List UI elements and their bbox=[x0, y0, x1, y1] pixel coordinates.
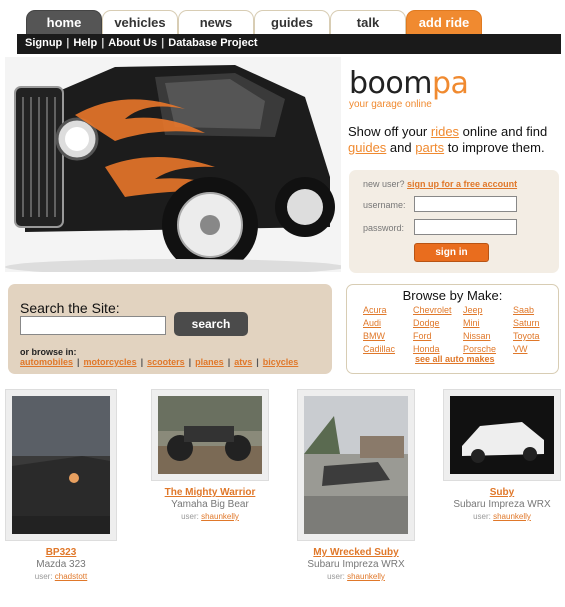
make-mini[interactable]: Mini bbox=[463, 318, 480, 328]
main-tabs: home vehicles news guides talk add ride bbox=[26, 10, 565, 34]
gallery-user-link[interactable]: shaunkelly bbox=[347, 572, 385, 581]
promo-guides-link[interactable]: guides bbox=[348, 140, 386, 155]
category-scooters[interactable]: scooters bbox=[147, 357, 185, 367]
make-bmw[interactable]: BMW bbox=[363, 331, 385, 341]
make-cadillac[interactable]: Cadillac bbox=[363, 344, 395, 354]
gallery-title[interactable]: The Mighty Warrior bbox=[151, 487, 269, 499]
gallery-caption-mighty-warrior: The Mighty Warrior Yamaha Big Bear user:… bbox=[151, 487, 269, 523]
atv-photo bbox=[158, 396, 262, 474]
category-automobiles[interactable]: automobiles bbox=[20, 357, 73, 367]
gallery-user-link[interactable]: shaunkelly bbox=[201, 512, 239, 521]
make-dodge[interactable]: Dodge bbox=[413, 318, 440, 328]
make-porsche[interactable]: Porsche bbox=[463, 344, 496, 354]
signup-link[interactable]: sign up for a free account bbox=[407, 179, 517, 189]
gallery-model: Subaru Impreza WRX bbox=[453, 499, 551, 510]
nav-about-us[interactable]: About Us bbox=[108, 37, 157, 49]
new-user-prompt: new user? sign up for a free account bbox=[363, 179, 518, 189]
hero-hotrod-image bbox=[5, 57, 341, 272]
gallery-title[interactable]: My Wrecked Suby bbox=[297, 547, 415, 559]
browse-by-make-title: Browse by Make: bbox=[402, 288, 503, 303]
make-ford[interactable]: Ford bbox=[413, 331, 432, 341]
gallery-thumb-wrecked-suby[interactable] bbox=[297, 389, 415, 541]
make-audi[interactable]: Audi bbox=[363, 318, 381, 328]
gallery-caption-suby: Suby Subaru Impreza WRX user: shaunkelly bbox=[443, 487, 561, 523]
search-title: Search the Site: bbox=[20, 300, 120, 316]
make-nissan[interactable]: Nissan bbox=[463, 331, 491, 341]
password-label: password: bbox=[363, 223, 405, 233]
password-field[interactable] bbox=[414, 219, 517, 235]
login-box: new user? sign up for a free account use… bbox=[349, 170, 559, 273]
category-bicycles[interactable]: bicycles bbox=[263, 357, 299, 367]
gallery-model: Subaru Impreza WRX bbox=[307, 559, 405, 570]
username-label: username: bbox=[363, 200, 406, 210]
logo-tagline: your garage online bbox=[349, 99, 432, 110]
browse-in-label: or browse in: bbox=[20, 347, 77, 357]
white-subaru-photo bbox=[450, 396, 554, 474]
gallery-caption-wrecked-suby: My Wrecked Suby Subaru Impreza WRX user:… bbox=[297, 547, 415, 583]
make-honda[interactable]: Honda bbox=[413, 344, 440, 354]
gallery-thumb-suby[interactable] bbox=[443, 389, 561, 481]
nav-help[interactable]: Help bbox=[73, 37, 97, 49]
gallery-model: Mazda 323 bbox=[36, 559, 86, 570]
gallery-title[interactable]: BP323 bbox=[5, 547, 117, 559]
make-toyota[interactable]: Toyota bbox=[513, 331, 540, 341]
make-chevrolet[interactable]: Chevrolet bbox=[413, 305, 452, 315]
make-saturn[interactable]: Saturn bbox=[513, 318, 540, 328]
search-button[interactable]: search bbox=[174, 312, 248, 336]
browse-by-make-panel: Browse by Make: Acura Chevrolet Jeep Saa… bbox=[346, 284, 559, 374]
nav-signup[interactable]: Signup bbox=[25, 37, 62, 49]
promo-parts-link[interactable]: parts bbox=[415, 140, 444, 155]
top-nav-bar: Signup | Help | About Us | Database Project bbox=[17, 34, 561, 54]
category-links: automobiles | motorcycles | scooters | planes |… bbox=[20, 357, 299, 367]
gallery-user-link[interactable]: shaunkelly bbox=[493, 512, 531, 521]
category-motorcycles[interactable]: motorcycles bbox=[84, 357, 137, 367]
tab-add-ride[interactable]: add ride bbox=[406, 10, 482, 34]
tab-guides[interactable]: guides bbox=[254, 10, 330, 34]
gallery-user-link[interactable]: chadstott bbox=[55, 572, 87, 581]
tab-vehicles[interactable]: vehicles bbox=[102, 10, 178, 34]
car-photo bbox=[12, 396, 110, 534]
promo-text: Show off your rides online and find guid… bbox=[348, 124, 548, 155]
gallery-title[interactable]: Suby bbox=[443, 487, 561, 499]
gallery-model: Yamaha Big Bear bbox=[171, 499, 249, 510]
gallery-thumb-mighty-warrior[interactable] bbox=[151, 389, 269, 481]
category-planes[interactable]: planes bbox=[195, 357, 224, 367]
see-all-makes-link[interactable]: see all auto makes bbox=[415, 354, 495, 364]
tab-home[interactable]: home bbox=[26, 10, 102, 34]
username-field[interactable] bbox=[414, 196, 517, 212]
make-acura[interactable]: Acura bbox=[363, 305, 387, 315]
promo-rides-link[interactable]: rides bbox=[431, 124, 459, 139]
boompa-logo[interactable]: boompa bbox=[349, 66, 469, 101]
category-atvs[interactable]: atvs bbox=[234, 357, 252, 367]
gallery-caption-bp323: BP323 Mazda 323 user: chadstott bbox=[5, 547, 117, 583]
make-jeep[interactable]: Jeep bbox=[463, 305, 483, 315]
gallery-thumb-bp323[interactable] bbox=[5, 389, 117, 541]
nav-database-project[interactable]: Database Project bbox=[168, 37, 257, 49]
search-input[interactable] bbox=[20, 316, 166, 335]
make-vw[interactable]: VW bbox=[513, 344, 528, 354]
make-saab[interactable]: Saab bbox=[513, 305, 534, 315]
tab-talk[interactable]: talk bbox=[330, 10, 406, 34]
wrecked-car-photo bbox=[304, 396, 408, 534]
search-panel: Search the Site: search or browse in: au… bbox=[8, 284, 332, 374]
sign-in-button[interactable]: sign in bbox=[414, 243, 489, 262]
tab-news[interactable]: news bbox=[178, 10, 254, 34]
